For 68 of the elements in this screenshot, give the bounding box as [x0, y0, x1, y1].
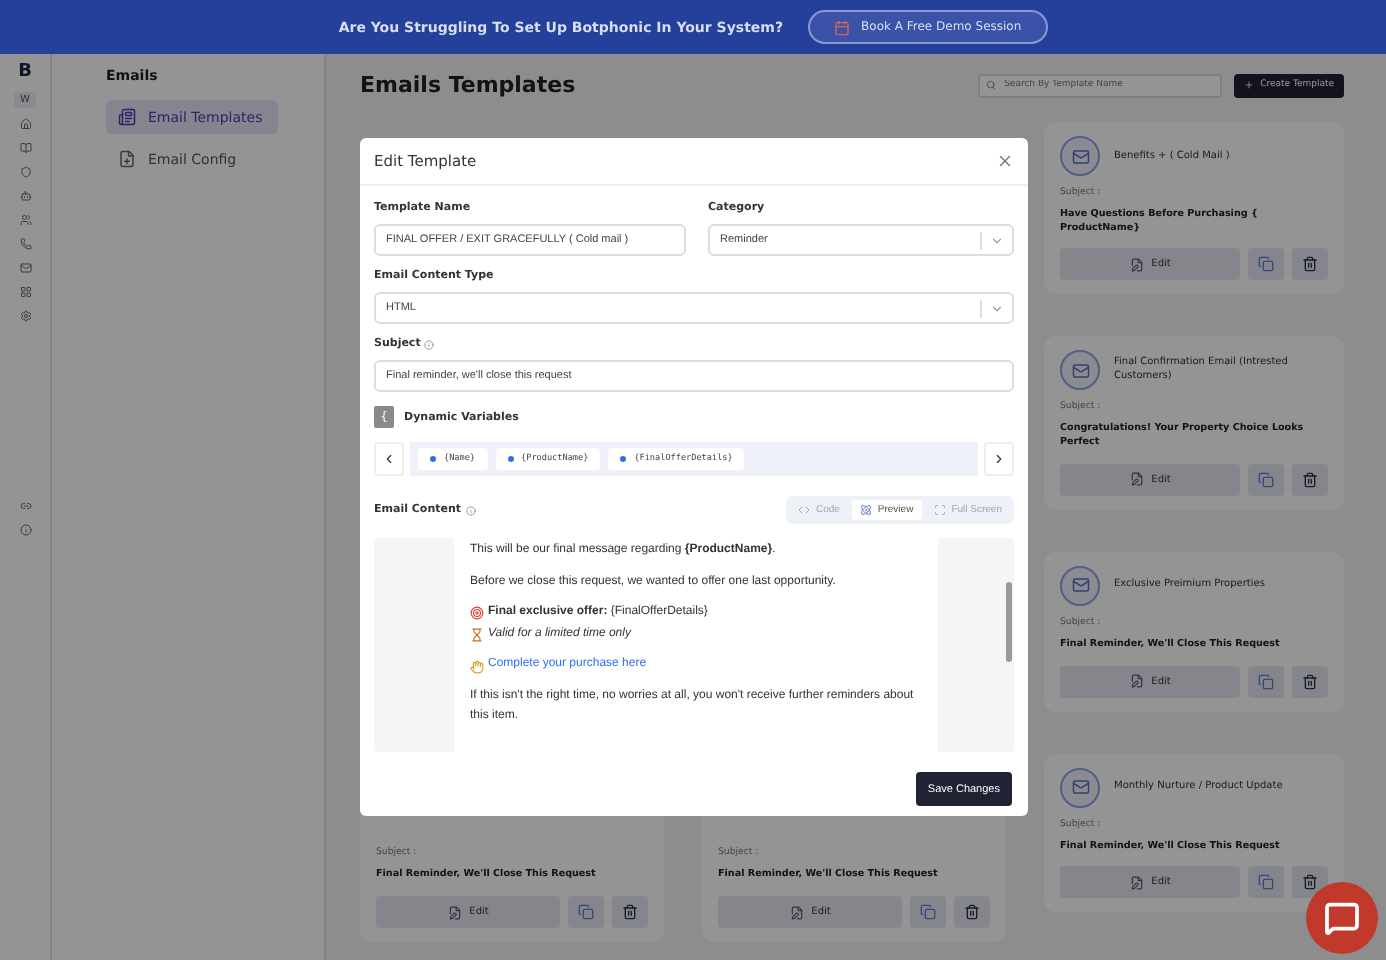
trash-icon [1302, 874, 1318, 891]
calendar-icon [833, 19, 850, 35]
copy-button[interactable] [910, 896, 946, 928]
delete-button[interactable] [1292, 463, 1328, 496]
copy-button[interactable] [1248, 248, 1284, 281]
mail-icon [1060, 767, 1100, 808]
home-icon[interactable] [19, 118, 31, 130]
info-icon [465, 505, 476, 515]
trash-icon [1302, 673, 1318, 690]
chevron-left-icon [382, 452, 396, 466]
delete-button[interactable] [1292, 866, 1328, 899]
logo: B [18, 62, 32, 82]
page-title: Emails Templates [360, 72, 578, 98]
atom-icon [859, 504, 872, 516]
copy-button[interactable] [1248, 866, 1284, 899]
shield-icon[interactable] [19, 166, 31, 178]
mail-icon [1060, 350, 1100, 391]
mail-icon [1060, 136, 1100, 176]
hourglass-icon [470, 628, 484, 643]
robot-icon[interactable] [19, 190, 31, 202]
delete-button[interactable] [1292, 665, 1328, 698]
trash-icon [1302, 471, 1318, 488]
edit-icon [1129, 875, 1144, 890]
copy-icon [920, 904, 936, 920]
plus-icon [1244, 80, 1255, 90]
users-icon[interactable] [19, 214, 31, 226]
edit-icon [1129, 257, 1144, 272]
edit-icon [1129, 674, 1144, 689]
info-icon[interactable] [19, 524, 31, 536]
mail-icon [1060, 565, 1100, 606]
hand-icon [470, 659, 484, 674]
delete-button[interactable] [954, 896, 990, 928]
link-icon[interactable] [19, 500, 31, 512]
edit-icon [789, 905, 804, 919]
delete-button[interactable] [1292, 248, 1328, 281]
copy-button[interactable] [1248, 665, 1284, 698]
book-icon[interactable] [19, 142, 31, 154]
file-plus-icon [118, 150, 136, 168]
chevron-down-icon [990, 233, 1004, 247]
copy-icon [1258, 673, 1274, 690]
chevron-down-icon [990, 301, 1004, 315]
newspaper-icon [118, 108, 136, 126]
trash-icon [964, 904, 980, 920]
target-icon [470, 606, 484, 621]
chevron-right-icon [992, 452, 1006, 466]
close-icon [996, 152, 1014, 170]
mail-icon[interactable] [19, 262, 31, 274]
settings-icon[interactable] [19, 310, 31, 322]
edit-icon [1129, 472, 1144, 487]
copy-button[interactable] [1248, 463, 1284, 496]
copy-button[interactable] [568, 896, 604, 928]
chat-button[interactable] [1306, 882, 1378, 954]
phone-icon[interactable] [19, 238, 31, 250]
copy-icon [1258, 256, 1274, 273]
grid-icon[interactable] [19, 286, 31, 298]
chat-icon [1324, 900, 1360, 936]
info-icon [424, 339, 435, 349]
delete-button[interactable] [612, 896, 648, 928]
code-icon [797, 504, 810, 516]
search-icon [986, 79, 997, 89]
close-button[interactable] [996, 152, 1014, 170]
copy-icon [1258, 874, 1274, 891]
trash-icon [622, 904, 638, 920]
copy-icon [1258, 471, 1274, 488]
copy-icon [578, 904, 594, 920]
trash-icon [1302, 256, 1318, 273]
scrollbar-thumb[interactable] [1005, 582, 1011, 662]
edit-icon [447, 905, 462, 919]
